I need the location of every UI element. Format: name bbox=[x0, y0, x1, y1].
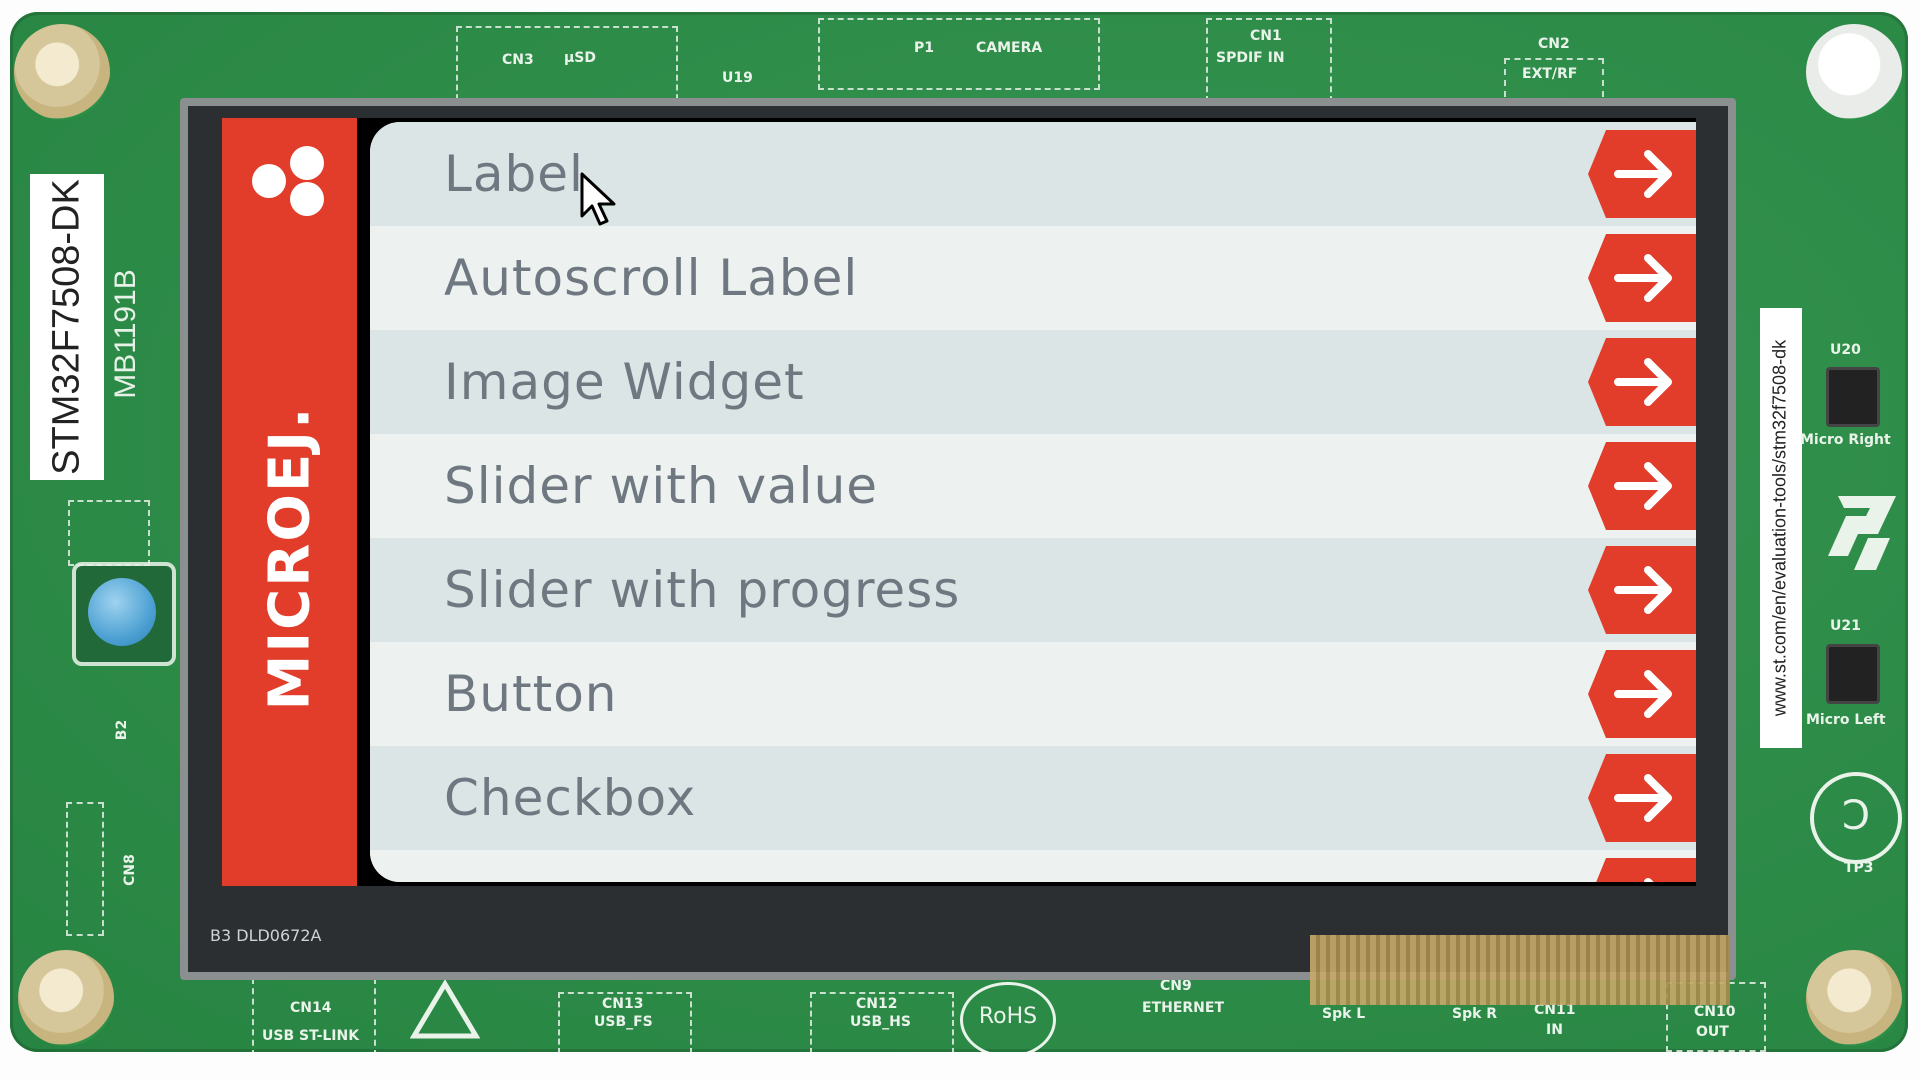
menu-item-label-text: Label bbox=[444, 145, 584, 203]
display-flex-cable bbox=[1310, 935, 1730, 1005]
cn8-outline bbox=[66, 802, 104, 936]
user-button[interactable] bbox=[72, 562, 176, 666]
brand-name: MICROEJ. bbox=[257, 405, 323, 711]
part-number-text: STM32F7508-DK bbox=[45, 179, 88, 475]
micro-right-text: Micro Right bbox=[1800, 432, 1891, 448]
u20-text: U20 bbox=[1830, 342, 1861, 358]
camera-text: CAMERA bbox=[976, 40, 1043, 56]
cn2-text: CN2 bbox=[1538, 36, 1570, 52]
widget-menu-list[interactable]: Label Autoscroll Label Image Widget Slid… bbox=[370, 122, 1696, 882]
microej-logo-icon bbox=[252, 146, 332, 216]
cn13-text: CN13 bbox=[602, 996, 644, 1012]
cn11-in-text: IN bbox=[1546, 1022, 1563, 1038]
menu-item-button[interactable]: Button bbox=[370, 642, 1696, 746]
micro-left-text: Micro Left bbox=[1806, 712, 1886, 728]
cn1-text: CN1 bbox=[1250, 28, 1282, 44]
arrow-right-icon[interactable] bbox=[1588, 234, 1696, 322]
mounting-hole-bl bbox=[18, 950, 114, 1046]
ethernet-text: ETHERNET bbox=[1142, 1000, 1225, 1016]
usd-text: µSD bbox=[564, 50, 597, 66]
st-logo-icon bbox=[1818, 486, 1898, 576]
arrow-right-icon[interactable] bbox=[1588, 858, 1696, 882]
menu-item-label-text: Image Widget bbox=[444, 353, 805, 411]
usb-stlink-text: USB ST-LINK bbox=[262, 1028, 360, 1044]
u21-text: U21 bbox=[1830, 618, 1861, 634]
menu-item-slider-with-value[interactable]: Slider with value bbox=[370, 434, 1696, 538]
ext-rf-text: EXT/RF bbox=[1522, 66, 1578, 82]
arrow-right-icon[interactable] bbox=[1588, 130, 1696, 218]
cn3-text: CN3 bbox=[502, 52, 534, 68]
menu-item-checkbox[interactable]: Checkbox bbox=[370, 746, 1696, 850]
display-code-text: B3 DLD0672A bbox=[210, 926, 322, 945]
ce-mark-icon: Ͻ bbox=[1810, 772, 1902, 864]
mic-left-chip bbox=[1826, 644, 1880, 704]
mounting-hole-br bbox=[1806, 950, 1902, 1046]
cn12-text: CN12 bbox=[856, 996, 898, 1012]
menu-item-label-text: Slider with progress bbox=[444, 561, 961, 619]
board-id-text: MB1191B bbox=[109, 269, 142, 399]
photo-stage: CN3 µSD U19 P1 CAMERA CN1 SPDIF IN CN2 E… bbox=[0, 0, 1920, 1080]
menu-item-label-text: Button bbox=[444, 665, 618, 723]
mouse-pointer-icon bbox=[580, 172, 620, 228]
esd-warning-icon bbox=[409, 979, 481, 1040]
arrow-right-icon[interactable] bbox=[1588, 442, 1696, 530]
cn10-text: CN10 bbox=[1694, 1004, 1736, 1020]
tp3-text: TP3 bbox=[1844, 860, 1874, 876]
button-outline bbox=[68, 500, 150, 566]
spdif-text: SPDIF IN bbox=[1216, 50, 1285, 66]
mounting-hole-tr bbox=[1806, 24, 1902, 120]
url-text: www.st.com/en/evaluation-tools/stm32f750… bbox=[1769, 339, 1790, 717]
usb-hs-text: USB_HS bbox=[850, 1014, 911, 1030]
menu-item-autoscroll-label[interactable]: Autoscroll Label bbox=[370, 226, 1696, 330]
menu-item-label-text: Checkbox bbox=[444, 769, 697, 827]
menu-item-label-text: Autoscroll Label bbox=[444, 249, 859, 307]
camera-outline bbox=[818, 18, 1100, 90]
app-sidebar: MICROEJ. bbox=[222, 118, 357, 886]
arrow-right-icon[interactable] bbox=[1588, 338, 1696, 426]
menu-item-slider-with-progress[interactable]: Slider with progress bbox=[370, 538, 1696, 642]
lcd-screen: MICROEJ. Label Autoscroll Label Image Wi… bbox=[222, 118, 1696, 886]
arrow-right-icon[interactable] bbox=[1588, 546, 1696, 634]
u19-text: U19 bbox=[722, 70, 753, 86]
arrow-right-icon[interactable] bbox=[1588, 650, 1696, 738]
cn9-text: CN9 bbox=[1160, 978, 1192, 994]
menu-item-label-text: Slider with value bbox=[444, 457, 879, 515]
menu-item-partial[interactable] bbox=[370, 850, 1696, 882]
spk-l-text: Spk L bbox=[1322, 1006, 1366, 1022]
menu-item-image-widget[interactable]: Image Widget bbox=[370, 330, 1696, 434]
cn10-out-text: OUT bbox=[1696, 1024, 1729, 1040]
spk-r-text: Spk R bbox=[1452, 1006, 1498, 1022]
mic-right-chip bbox=[1826, 367, 1880, 427]
p1-text: P1 bbox=[914, 40, 935, 56]
menu-item-label[interactable]: Label bbox=[370, 122, 1696, 226]
usb-fs-text: USB_FS bbox=[594, 1014, 653, 1030]
cn8-text: CN8 bbox=[121, 854, 138, 886]
cn14-text: CN14 bbox=[290, 1000, 332, 1016]
rohs-badge: RoHS bbox=[960, 982, 1056, 1052]
arrow-right-icon[interactable] bbox=[1588, 754, 1696, 842]
logo-area bbox=[222, 118, 357, 248]
mounting-hole-tl bbox=[14, 24, 110, 120]
b2-text: B2 bbox=[114, 719, 131, 741]
